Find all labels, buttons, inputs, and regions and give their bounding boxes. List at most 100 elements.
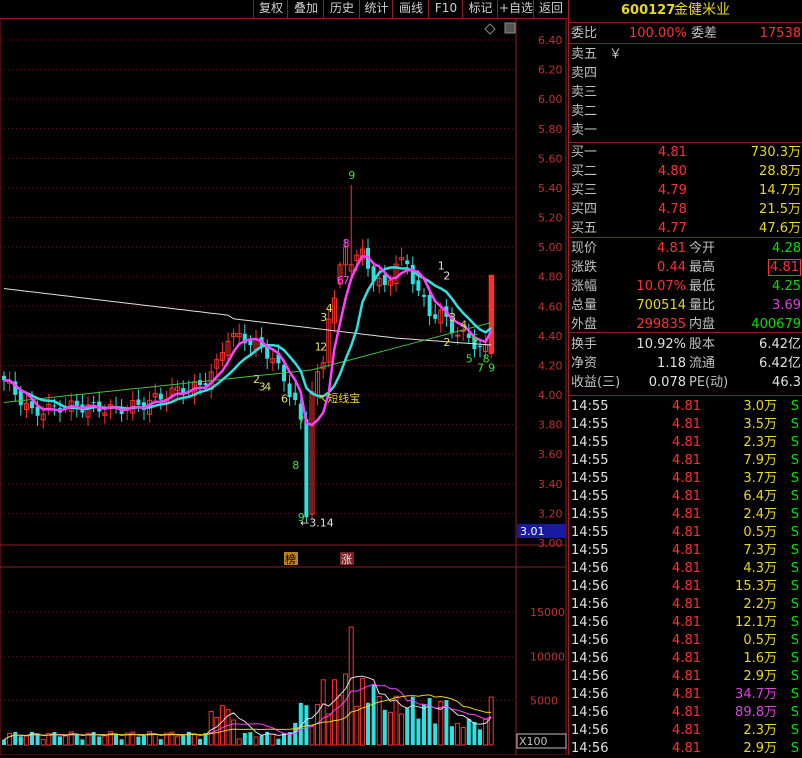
toolbar-btn-5[interactable]: F10 [428, 0, 463, 18]
trade-row[interactable]: 14:55 4.81 2.3万 S [571, 434, 801, 452]
trade-row[interactable]: 14:56 4.81 15.3万 S [571, 578, 801, 596]
trade-row[interactable]: 14:56 4.81 12.1万 S [571, 614, 801, 632]
fund-value: 6.42亿 [759, 337, 801, 352]
trade-time: 14:56 [571, 705, 609, 720]
price-tick-label: 3.20 [538, 507, 563, 520]
trade-row[interactable]: 14:56 4.81 0.5万 S [571, 632, 801, 650]
quote-label: 量比 [689, 298, 716, 313]
volume-bar [181, 735, 186, 745]
low-marker: ←3.14 [300, 516, 334, 529]
trade-side: S [790, 633, 799, 648]
volume-bar [236, 738, 242, 746]
seq-label: 3 [449, 311, 456, 324]
price-tick-label: 5.00 [538, 241, 563, 254]
trade-price: 4.81 [672, 417, 701, 432]
toolbar-btn-7[interactable]: +自选 [497, 0, 534, 18]
candle-body [52, 405, 57, 407]
buy-volume: 47.6万 [759, 221, 801, 236]
trade-side: S [790, 453, 799, 468]
trade-time: 14:55 [571, 543, 609, 558]
trade-row[interactable]: 14:55 4.81 3.7万 S [571, 470, 801, 488]
trade-row[interactable]: 14:56 4.81 1.6万 S [571, 650, 801, 668]
volume-bar [416, 718, 421, 745]
volume-bar [219, 705, 225, 746]
trade-time: 14:55 [571, 507, 609, 522]
quote-row: 涨幅 10.07% 最低 4.25 [571, 278, 801, 295]
quote-row: 外盘 299835 内盘 400679 [571, 316, 801, 333]
trade-row[interactable]: 14:56 4.81 34.7万 S [571, 686, 801, 704]
buy-row: 买二 4.80 28.8万 [571, 163, 801, 180]
candle-body [91, 402, 96, 404]
trade-row[interactable]: 14:55 4.81 2.4万 S [571, 506, 801, 524]
trade-time: 14:55 [571, 417, 609, 432]
trade-row[interactable]: 14:55 4.81 7.3万 S [571, 542, 801, 560]
candle-body [136, 399, 141, 405]
trade-side: S [790, 723, 799, 738]
fund-label: 收益(三) [571, 375, 621, 390]
volume-bar [114, 733, 118, 745]
toolbar-btn-4[interactable]: 画线 [392, 0, 429, 18]
trade-row[interactable]: 14:55 4.81 0.5万 S [571, 524, 801, 542]
fund-value: 0.078 [648, 375, 686, 390]
trade-price: 4.81 [672, 723, 701, 738]
volume-bar [433, 723, 438, 745]
trade-row[interactable]: 14:56 4.81 2.3万 S [571, 722, 801, 740]
trade-volume: 2.3万 [743, 723, 777, 738]
diamond-icon [484, 23, 496, 35]
stock-code: 600127 [621, 3, 676, 18]
volume-bar [7, 732, 13, 746]
volume-bar [455, 722, 461, 746]
trade-row[interactable]: 14:56 4.81 4.3万 S [571, 560, 801, 578]
trade-side: S [790, 687, 799, 702]
trade-row[interactable]: 14:56 4.81 2.9万 S [571, 740, 801, 758]
volume-bar [208, 710, 214, 746]
sell-price: ￥ [609, 47, 623, 62]
toolbar-btn-1[interactable]: 叠加 [287, 0, 324, 18]
seq-label: 2 [443, 336, 450, 349]
trade-price: 4.81 [672, 741, 701, 756]
fund-value: 6.42亿 [759, 356, 801, 371]
buy-volume: 28.8万 [759, 164, 801, 179]
trade-row[interactable]: 14:55 4.81 7.9万 S [571, 452, 801, 470]
buy-price: 4.80 [658, 164, 687, 179]
volume-bar [2, 739, 6, 745]
trade-price: 4.81 [672, 705, 701, 720]
price-tick-label: 6.40 [538, 34, 563, 47]
toolbar-btn-8[interactable]: 返回 [533, 0, 568, 18]
buy-row: 买三 4.79 14.7万 [571, 182, 801, 199]
volume-bar [142, 735, 146, 745]
volume-bar [175, 736, 181, 746]
price-tick-label: 4.80 [538, 271, 563, 284]
buy-row: 买一 4.81 730.3万 [571, 144, 801, 161]
weibi-row: 委比 100.00% 委差 17538 [571, 25, 801, 42]
trade-time: 14:56 [571, 633, 609, 648]
trade-time: 14:56 [571, 561, 609, 576]
fund-value: 46.3 [772, 375, 801, 390]
trade-row[interactable]: 14:55 4.81 3.0万 S [571, 398, 801, 416]
volume-bar [18, 736, 23, 745]
quote-value: 400679 [751, 317, 801, 332]
trade-volume: 7.9万 [743, 453, 777, 468]
trade-side: S [790, 615, 799, 630]
candle-body [405, 260, 410, 265]
trade-volume: 1.6万 [743, 651, 777, 666]
toolbar-btn-0[interactable]: 复权 [253, 0, 288, 18]
price-tick-label: 5.40 [538, 182, 563, 195]
volume-bar [488, 696, 494, 746]
trade-price: 4.81 [672, 543, 701, 558]
volume-tick-label: 5000 [530, 695, 558, 708]
toolbar-btn-2[interactable]: 历史 [323, 0, 360, 18]
candle-body [422, 294, 426, 297]
toolbar-btn-3[interactable]: 统计 [359, 0, 393, 18]
trade-row[interactable]: 14:56 4.81 2.9万 S [571, 668, 801, 686]
buy-price: 4.81 [658, 145, 687, 160]
toolbar-btn-6[interactable]: 标记 [462, 0, 498, 18]
volume-bar [293, 722, 298, 745]
trade-row[interactable]: 14:55 4.81 6.4万 S [571, 488, 801, 506]
trade-row[interactable]: 14:56 4.81 89.8万 S [571, 704, 801, 722]
limit-up-tag-label: 涨 [341, 553, 352, 566]
kline-chart[interactable]: 6.40 6.20 6.00 5.80 5.60 5.40 5.20 5.00 4.80 4.60… [0, 0, 567, 755]
trade-row[interactable]: 14:56 4.81 2.2万 S [571, 596, 801, 614]
trade-row[interactable]: 14:55 4.81 3.5万 S [571, 416, 801, 434]
trade-side: S [790, 579, 799, 594]
